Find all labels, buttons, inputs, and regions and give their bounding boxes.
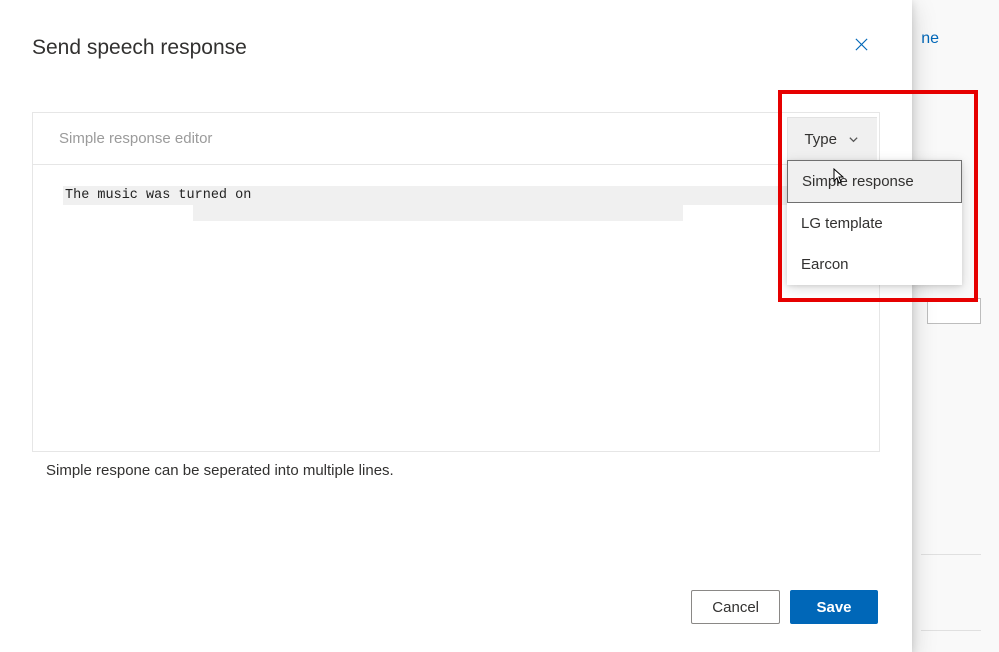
editor-header: Simple response editor Type bbox=[33, 113, 879, 165]
background-divider bbox=[921, 630, 981, 631]
cancel-button[interactable]: Cancel bbox=[691, 590, 780, 624]
editor-highlight bbox=[193, 203, 683, 221]
close-icon bbox=[854, 37, 869, 57]
type-button-label: Type bbox=[804, 131, 837, 148]
background-link-fragment: ne bbox=[921, 30, 939, 48]
type-dropdown-button[interactable]: Type bbox=[787, 117, 877, 163]
dialog-title: Send speech response bbox=[32, 36, 247, 60]
editor-body[interactable]: The music was turned on bbox=[33, 165, 879, 451]
dialog-footer: Cancel Save bbox=[691, 590, 878, 624]
chevron-down-icon bbox=[847, 134, 859, 146]
type-dropdown-menu: Simple response LG template Earcon bbox=[787, 160, 962, 285]
dropdown-option-simple-response[interactable]: Simple response bbox=[787, 160, 962, 203]
background-box bbox=[927, 298, 981, 324]
editor-panel: Simple response editor Type The music wa… bbox=[32, 112, 880, 452]
editor-hint: Simple respone can be seperated into mul… bbox=[46, 462, 394, 479]
speech-response-dialog: Send speech response Simple response edi… bbox=[0, 0, 912, 652]
save-button[interactable]: Save bbox=[790, 590, 878, 624]
editor-header-label: Simple response editor bbox=[59, 130, 212, 147]
dropdown-option-earcon[interactable]: Earcon bbox=[787, 244, 962, 285]
dropdown-option-lg-template[interactable]: LG template bbox=[787, 203, 962, 244]
background-divider bbox=[921, 554, 981, 555]
close-button[interactable] bbox=[850, 36, 872, 58]
